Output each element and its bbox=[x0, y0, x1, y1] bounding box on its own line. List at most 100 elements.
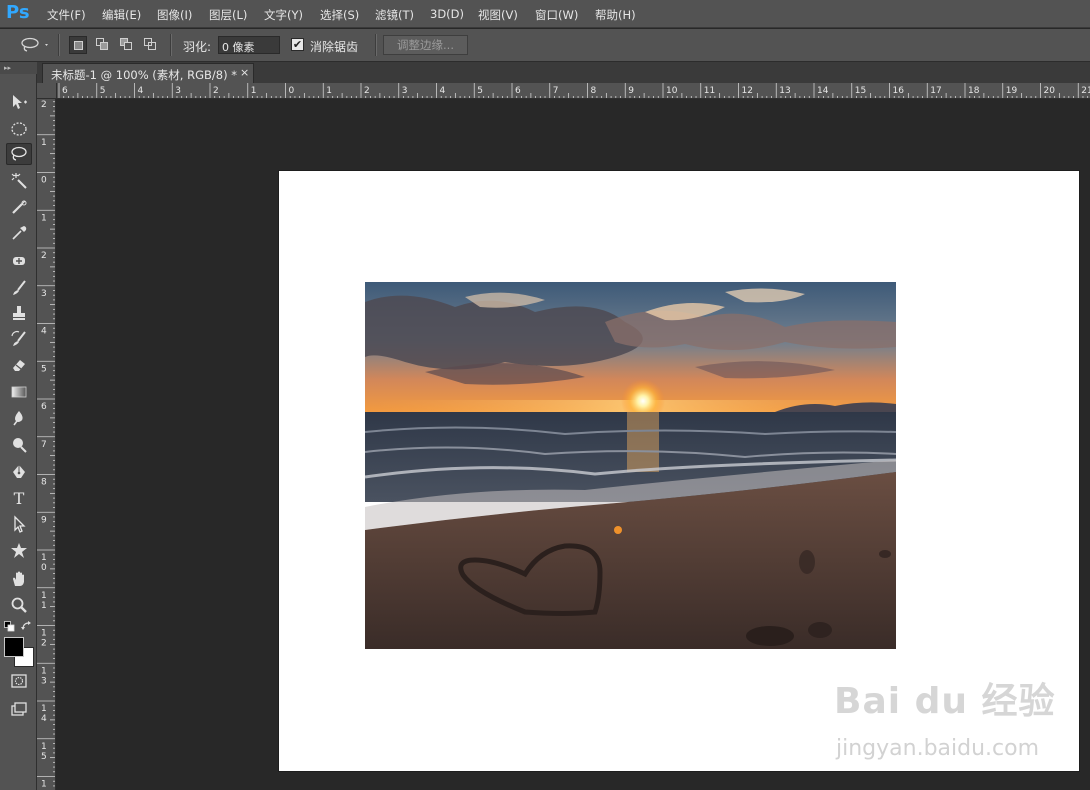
ruler-label: 3 bbox=[402, 86, 408, 96]
ruler-label: 6 bbox=[515, 86, 521, 96]
ruler-label: 4 bbox=[138, 86, 144, 96]
menu-edit[interactable]: 编辑(E) bbox=[102, 7, 141, 23]
eraser-tool[interactable] bbox=[6, 354, 32, 376]
magic-wand-tool[interactable] bbox=[6, 170, 32, 192]
screen-mode-icon bbox=[11, 702, 27, 716]
ruler-label: 8 bbox=[591, 86, 597, 96]
move-icon bbox=[13, 95, 27, 109]
ruler-label: 2 bbox=[41, 251, 47, 261]
document-tab-title: 未标题-1 @ 100% (素材, RGB/8) * bbox=[51, 68, 237, 82]
menu-filter[interactable]: 滤镜(T) bbox=[375, 7, 414, 23]
ruler-label: 2 bbox=[364, 86, 370, 96]
ruler-label: 3 bbox=[175, 86, 181, 96]
ruler-label: 21 bbox=[1081, 86, 1090, 96]
menu-help[interactable]: 帮助(H) bbox=[595, 7, 636, 23]
antialias-checkbox[interactable]: ✔ bbox=[291, 38, 304, 51]
ruler-label: 8 bbox=[41, 478, 47, 488]
brush-tool[interactable] bbox=[6, 277, 32, 299]
ruler-label: 0 bbox=[41, 176, 47, 186]
ruler-label: 1 bbox=[41, 629, 47, 639]
options-separator bbox=[170, 34, 172, 56]
lasso-tool[interactable] bbox=[6, 143, 32, 165]
quick-mask-button[interactable] bbox=[6, 670, 32, 692]
intersect-selection-button[interactable] bbox=[142, 36, 160, 54]
intersect-selection-icon-b bbox=[148, 42, 156, 50]
vertical-ruler[interactable]: 2101234567891011121314151 bbox=[37, 99, 56, 790]
custom-shape-tool[interactable] bbox=[6, 540, 32, 562]
default-colors-button[interactable] bbox=[4, 621, 15, 632]
add-to-selection-button[interactable] bbox=[94, 36, 112, 54]
zoom-tool[interactable] bbox=[6, 594, 32, 616]
menu-window[interactable]: 窗口(W) bbox=[535, 7, 578, 23]
ruler-label: 1 bbox=[41, 591, 47, 601]
ruler-label: 20 bbox=[1044, 86, 1056, 96]
ruler-label: 7 bbox=[553, 86, 559, 96]
screen-mode-button[interactable] bbox=[6, 698, 32, 720]
ruler-label: 1 bbox=[41, 213, 47, 223]
ruler-label: 5 bbox=[41, 752, 47, 762]
history-brush-icon bbox=[11, 330, 26, 346]
blur-tool[interactable] bbox=[6, 407, 32, 429]
magic-wand-icon bbox=[11, 173, 27, 189]
dodge-tool[interactable] bbox=[6, 434, 32, 456]
ruler-label: 1 bbox=[41, 138, 47, 148]
clone-stamp-tool[interactable] bbox=[6, 302, 32, 324]
elliptical-marquee-tool[interactable] bbox=[6, 118, 32, 140]
ruler-label: 4 bbox=[41, 327, 47, 337]
ruler-label: 5 bbox=[41, 364, 47, 374]
move-tool[interactable] bbox=[6, 91, 32, 113]
ruler-label: 6 bbox=[62, 86, 68, 96]
subtract-selection-icon-b bbox=[124, 42, 132, 50]
healing-brush-tool[interactable] bbox=[6, 250, 32, 272]
tool-preset-picker[interactable] bbox=[20, 37, 50, 53]
path-selection-tool[interactable] bbox=[6, 513, 32, 535]
dodge-icon bbox=[13, 438, 27, 453]
new-selection-icon bbox=[74, 41, 83, 50]
close-tab-icon[interactable]: × bbox=[240, 66, 249, 79]
clone-stamp-icon bbox=[13, 306, 25, 320]
photoshop-logo: Ps bbox=[6, 2, 30, 23]
foreground-color-swatch[interactable] bbox=[4, 637, 24, 657]
quick-selection-icon bbox=[12, 200, 27, 214]
ruler-label: 0 bbox=[41, 563, 47, 573]
eyedropper-tool[interactable] bbox=[6, 222, 32, 244]
ruler-label: 18 bbox=[968, 86, 980, 96]
pen-tool[interactable] bbox=[6, 461, 32, 483]
path-selection-icon bbox=[14, 515, 26, 533]
ruler-label: 0 bbox=[289, 86, 295, 96]
crop-tool[interactable] bbox=[6, 196, 32, 218]
menu-select[interactable]: 选择(S) bbox=[320, 7, 359, 23]
ruler-label: 13 bbox=[779, 86, 790, 96]
gradient-tool[interactable] bbox=[6, 381, 32, 403]
new-selection-button[interactable] bbox=[69, 36, 87, 54]
tools-panel-collapse[interactable]: ▸▸ bbox=[0, 62, 37, 74]
custom-shape-icon bbox=[11, 543, 27, 558]
document-tab[interactable]: 未标题-1 @ 100% (素材, RGB/8) * × bbox=[42, 63, 254, 83]
ruler-label: 2 bbox=[213, 86, 219, 96]
ruler-origin[interactable] bbox=[37, 83, 57, 99]
ruler-label: 14 bbox=[817, 86, 829, 96]
menu-type[interactable]: 文字(Y) bbox=[264, 7, 303, 23]
sunset-beach-photo[interactable] bbox=[365, 282, 896, 649]
swap-colors-button[interactable] bbox=[21, 620, 33, 632]
menu-file[interactable]: 文件(F) bbox=[47, 7, 86, 23]
ruler-label: 1 bbox=[41, 742, 47, 752]
refine-edge-button[interactable]: 调整边缘... bbox=[383, 35, 468, 55]
ruler-label: 1 bbox=[41, 666, 47, 676]
subtract-from-selection-button[interactable] bbox=[118, 36, 136, 54]
menu-layer[interactable]: 图层(L) bbox=[209, 7, 247, 23]
ruler-label: 5 bbox=[100, 86, 106, 96]
history-brush-tool[interactable] bbox=[6, 328, 32, 350]
menu-3d[interactable]: 3D(D) bbox=[430, 7, 464, 21]
type-tool[interactable]: T bbox=[6, 487, 32, 509]
menu-image[interactable]: 图像(I) bbox=[157, 7, 192, 23]
hand-tool[interactable] bbox=[6, 568, 32, 590]
type-icon: T bbox=[14, 489, 25, 507]
ruler-label: 17 bbox=[930, 86, 941, 96]
horizontal-ruler[interactable]: 6543210123456789101112131415161718192021 bbox=[57, 83, 1090, 99]
menu-view[interactable]: 视图(V) bbox=[478, 7, 518, 23]
swap-colors-icon bbox=[21, 621, 31, 630]
feather-input[interactable]: 0 像素 bbox=[218, 36, 280, 54]
ruler-label: 1 bbox=[326, 86, 332, 96]
antialias-label: 消除锯齿 bbox=[310, 40, 359, 54]
